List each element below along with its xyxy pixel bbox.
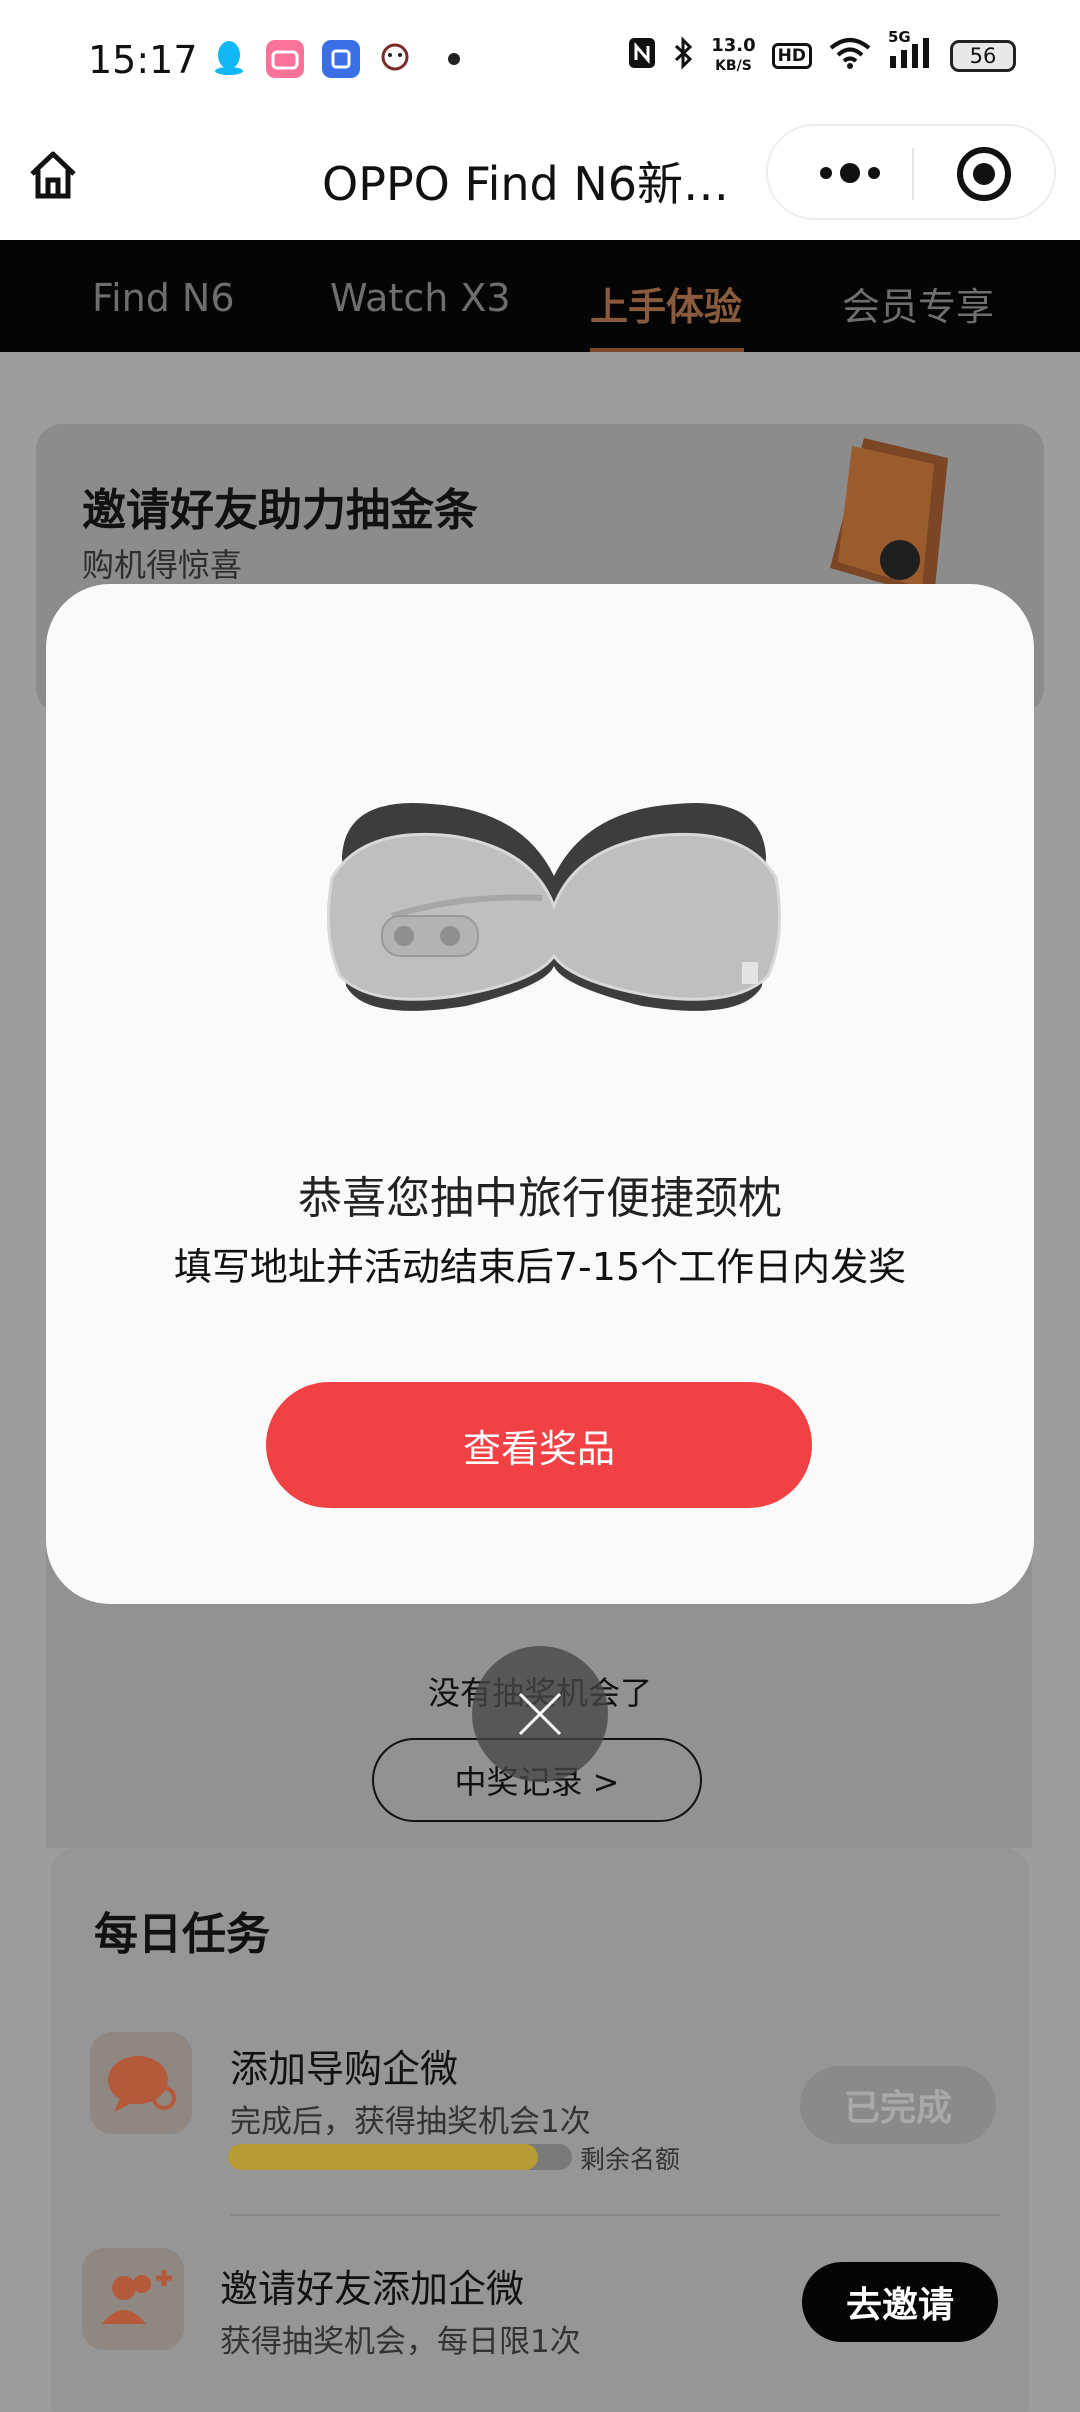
task-desc: 获得抽奖机会，每日限1次 (220, 2324, 581, 2360)
status-indicators: 13.0 KB/S HD 5G 56 (627, 28, 1016, 76)
capsule-menu (766, 124, 1056, 220)
daily-tasks-section: 每日任务 添加导购企微 完成后，获得抽奖机会1次 剩余名额 已完成 邀请好友添加… (50, 1848, 1030, 2412)
notification-icons (210, 38, 460, 80)
add-friend-icon (82, 2248, 184, 2350)
prize-subtitle: 填写地址并活动结束后7-15个工作日内发奖 (173, 1245, 907, 1289)
tab-watch-x3[interactable]: Watch X3 (330, 276, 511, 320)
invite-button[interactable]: 去邀请 (802, 2262, 998, 2342)
nfc-icon (627, 36, 657, 76)
banner-title: 邀请好友助力抽金条 (82, 485, 478, 536)
close-modal-button[interactable] (472, 1646, 608, 1782)
phone-image (830, 438, 948, 598)
close-program-icon[interactable] (956, 146, 1012, 202)
signal-icon: 5G (888, 28, 934, 76)
quota-progress-fill (228, 2144, 538, 2170)
nav-tabs: Find N6 Watch X3 上手体验 会员专享 (0, 240, 1080, 352)
neck-pillow-image (322, 786, 786, 1022)
chat-icon (90, 2032, 192, 2134)
bilibili-icon (266, 40, 304, 78)
prize-title: 恭喜您抽中旅行便捷颈枕 (298, 1173, 782, 1224)
tab-hands-on[interactable]: 上手体验 (590, 276, 742, 331)
task-name: 邀请好友添加企微 (220, 2267, 525, 2311)
tab-member[interactable]: 会员专享 (842, 276, 994, 331)
task-name: 添加导购企微 (230, 2047, 459, 2091)
quota-label: 剩余名额 (580, 2145, 681, 2174)
more-options-icon[interactable] (808, 156, 892, 190)
app-icon (322, 40, 360, 78)
status-bar: 15:17 13.0 KB/S HD 5G 56 (0, 0, 1080, 124)
game-icon (378, 40, 412, 78)
wifi-icon (828, 36, 872, 76)
network-speed: 13.0 KB/S (711, 35, 756, 74)
home-icon[interactable] (24, 146, 82, 204)
view-prize-button[interactable]: 查看奖品 (266, 1382, 812, 1508)
active-tab-indicator (590, 348, 744, 352)
hd-badge: HD (771, 43, 812, 69)
qq-icon (210, 38, 248, 80)
quota-progress-bar (228, 2144, 572, 2170)
tab-find-n6[interactable]: Find N6 (92, 276, 235, 320)
bluetooth-icon (673, 36, 695, 76)
task-divider (230, 2214, 1000, 2216)
capsule-divider (912, 148, 914, 200)
completed-button[interactable]: 已完成 (800, 2066, 996, 2144)
mini-program-title-bar: OPPO Find N6新… (0, 124, 1080, 240)
status-time: 15:17 (88, 38, 198, 82)
more-notifications-dot (448, 53, 460, 65)
close-icon (518, 1692, 562, 1736)
page-title: OPPO Find N6新… (322, 157, 730, 211)
task-desc: 完成后，获得抽奖机会1次 (230, 2104, 591, 2140)
tasks-title: 每日任务 (94, 1909, 270, 1960)
battery-indicator: 56 (950, 40, 1016, 72)
banner-subtitle: 购机得惊喜 (82, 546, 243, 584)
prize-modal: 恭喜您抽中旅行便捷颈枕 填写地址并活动结束后7-15个工作日内发奖 查看奖品 (46, 584, 1034, 1604)
